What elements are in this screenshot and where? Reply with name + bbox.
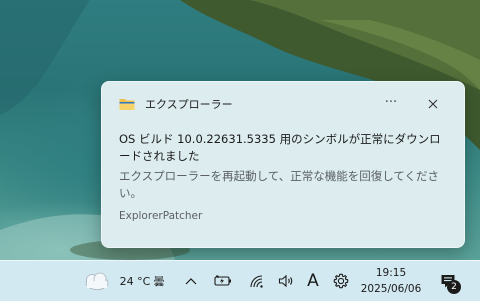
weather-temperature: 24 °C xyxy=(119,274,151,288)
settings-button[interactable] xyxy=(331,261,351,301)
chevron-up-icon xyxy=(185,278,197,285)
notification-count-badge: 2 xyxy=(447,280,461,294)
weather-condition: 曇 xyxy=(153,275,165,288)
close-icon xyxy=(428,99,438,109)
notification-toast[interactable]: エクスプローラー ··· OS ビルド 10.0.22631.5335 用のシン… xyxy=(101,81,465,248)
toast-body: エクスプローラーを再起動して、正常な機能を回復してください。 xyxy=(119,169,440,200)
toast-source: ExplorerPatcher xyxy=(119,210,203,222)
ime-indicator: A xyxy=(307,271,319,291)
clock-button[interactable]: 19:15 2025/06/06 xyxy=(355,265,427,297)
folder-icon xyxy=(119,96,135,110)
ime-indicator-button[interactable]: A xyxy=(304,261,322,301)
clock-date: 2025/06/06 xyxy=(360,283,422,295)
clock-time: 19:15 xyxy=(375,267,407,279)
more-options-button[interactable]: ··· xyxy=(378,94,404,114)
show-hidden-icons-button[interactable] xyxy=(183,261,199,301)
battery-charging-icon xyxy=(214,275,231,286)
toast-app-name: エクスプローラー xyxy=(145,98,233,111)
toast-title: OS ビルド 10.0.22631.5335 用のシンボルが正常にダウンロードさ… xyxy=(119,132,441,163)
battery-indicator[interactable] xyxy=(213,261,233,301)
wifi-icon xyxy=(250,275,263,288)
volume-indicator[interactable] xyxy=(277,261,297,301)
gear-icon xyxy=(333,273,349,289)
weather-widget[interactable] xyxy=(80,261,112,301)
volume-icon xyxy=(278,274,293,288)
toast-header: エクスプローラー ··· xyxy=(119,94,454,114)
partly-cloudy-icon xyxy=(85,272,109,290)
close-button[interactable] xyxy=(420,94,446,114)
network-indicator[interactable] xyxy=(247,261,267,301)
taskbar: 24 °C 曇 A 19:15 2025/06/06 xyxy=(0,260,480,301)
